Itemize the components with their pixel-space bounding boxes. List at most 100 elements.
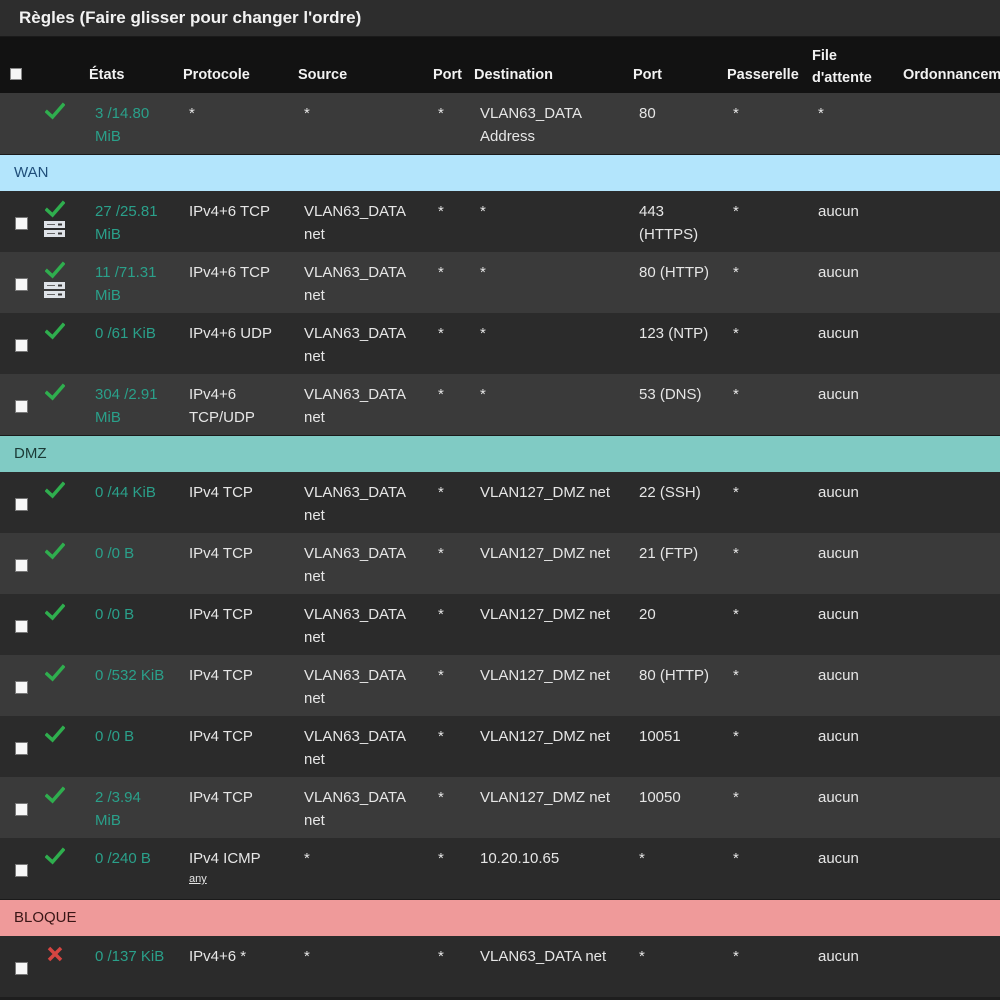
table-row[interactable]: 0 /0 B IPv4 TCP VLAN63_DATA net * VLAN127_DMZ… — [0, 533, 1000, 594]
table-row[interactable]: 3 /14.80 MiB * * * VLAN63_DATA Address 80 … — [0, 93, 1000, 154]
line-1: 0 /240 B — [95, 850, 151, 867]
queue-cell: * — [818, 105, 824, 122]
col-protocol[interactable]: Protocole — [183, 67, 250, 83]
queue-cell: aucun — [818, 948, 859, 965]
rule-checkbox[interactable] — [15, 620, 28, 633]
col-destination[interactable]: Destination — [474, 67, 553, 83]
check-icon[interactable] — [45, 602, 65, 622]
col-queue[interactable]: File d'attente — [812, 45, 872, 89]
source-cell: VLAN63_DATA net — [304, 603, 406, 649]
source-port-cell: * — [438, 850, 444, 867]
select-all-checkbox[interactable] — [10, 68, 22, 80]
queue-cell: aucun — [818, 545, 859, 562]
rule-checkbox[interactable] — [15, 217, 28, 230]
gateway-cell: * — [733, 728, 739, 745]
states-cell[interactable]: 0 /137 KiB — [95, 945, 164, 968]
states-cell[interactable]: 3 /14.80 MiB — [95, 102, 149, 148]
check-icon[interactable] — [45, 382, 65, 402]
states-cell[interactable]: 0 /0 B — [95, 542, 134, 565]
line-1: 0 /532 KiB — [95, 667, 165, 684]
separator-wan[interactable]: WAN — [0, 154, 1000, 191]
check-icon[interactable] — [45, 541, 65, 561]
table-row[interactable]: 11 /71.31 MiB IPv4+6 TCP VLAN63_DATA net * * 80… — [0, 252, 1000, 313]
states-cell[interactable]: 0 /44 KiB — [95, 481, 156, 504]
rule-checkbox[interactable] — [15, 742, 28, 755]
check-icon[interactable] — [45, 199, 65, 219]
table-row[interactable]: 2 /3.94 MiB IPv4 TCP VLAN63_DATA net * VLAN127… — [0, 777, 1000, 838]
protocol-text: IPv4 TCP — [189, 728, 253, 745]
col-queue-line2: d'attente — [812, 70, 872, 86]
source-port-cell: * — [438, 545, 444, 562]
bloque-rules: 0 /137 KiB IPv4+6 * * * VLAN63_DATA net * * auc… — [0, 936, 1000, 997]
table-row[interactable]: 0 /137 KiB IPv4+6 * * * VLAN63_DATA net * * auc… — [0, 936, 1000, 997]
destination-cell: VLAN127_DMZ net — [480, 484, 611, 501]
col-source[interactable]: Source — [298, 67, 347, 83]
col-schedule[interactable]: Ordonnancem — [903, 67, 1000, 83]
check-icon[interactable] — [45, 260, 65, 280]
line-2: MiB — [95, 812, 121, 829]
separator-dmz[interactable]: DMZ — [0, 435, 1000, 472]
rule-checkbox[interactable] — [15, 498, 28, 511]
line-2: net — [304, 690, 325, 707]
queue-cell: aucun — [818, 850, 859, 867]
check-icon[interactable] — [45, 724, 65, 744]
protocol-text: IPv4 TCP — [189, 606, 253, 623]
states-cell[interactable]: 304 /2.91 MiB — [95, 383, 158, 429]
table-row[interactable]: 0 /44 KiB IPv4 TCP VLAN63_DATA net * VLAN127_… — [0, 472, 1000, 533]
line-1: VLAN63_DATA — [304, 203, 406, 220]
rule-checkbox[interactable] — [15, 864, 28, 877]
line-1: 304 /2.91 — [95, 386, 158, 403]
table-row[interactable]: 304 /2.91 MiB IPv4+6 TCP/UDP VLAN63_DATA net *… — [0, 374, 1000, 435]
check-icon[interactable] — [45, 480, 65, 500]
states-cell[interactable]: 0 /532 KiB — [95, 664, 164, 687]
states-cell[interactable]: 0 /0 B — [95, 603, 134, 626]
rules-panel: Règles (Faire glisser pour changer l'ord… — [0, 0, 1000, 1000]
line-1: 2 /3.94 — [95, 789, 141, 806]
rule-checkbox[interactable] — [15, 278, 28, 291]
block-icon[interactable] — [45, 944, 65, 964]
server-icon[interactable] — [44, 221, 65, 237]
dest-port-cell: 21 (FTP) — [639, 542, 698, 565]
table-row[interactable]: 0 /532 KiB IPv4 TCP VLAN63_DATA net * VLAN127… — [0, 655, 1000, 716]
line-2: net — [304, 751, 325, 768]
check-icon[interactable] — [45, 846, 65, 866]
col-dest-port[interactable]: Port — [633, 67, 662, 83]
table-row[interactable]: 0 /0 B IPv4 TCP VLAN63_DATA net * VLAN127_DMZ… — [0, 594, 1000, 655]
rule-checkbox[interactable] — [15, 681, 28, 694]
line-1: VLAN63_DATA — [304, 606, 406, 623]
line-1: VLAN63_DATA — [304, 728, 406, 745]
source-cell: VLAN63_DATA net — [304, 200, 406, 246]
line-1: 10050 — [639, 789, 681, 806]
check-icon[interactable] — [45, 321, 65, 341]
rule-checkbox[interactable] — [15, 339, 28, 352]
rule-checkbox[interactable] — [15, 400, 28, 413]
states-cell[interactable]: 0 /240 B — [95, 847, 151, 870]
table-row[interactable]: 0 /0 B IPv4 TCP VLAN63_DATA net * VLAN127_DMZ… — [0, 716, 1000, 777]
states-cell[interactable]: 0 /61 KiB — [95, 322, 156, 345]
rule-checkbox[interactable] — [15, 803, 28, 816]
col-gateway[interactable]: Passerelle — [727, 67, 799, 83]
rule-checkbox[interactable] — [15, 559, 28, 572]
check-icon[interactable] — [45, 101, 65, 121]
states-cell[interactable]: 11 /71.31 MiB — [95, 261, 156, 307]
rule-checkbox[interactable] — [15, 962, 28, 975]
dest-port-cell: 10051 — [639, 725, 681, 748]
line-1: VLAN63_DATA — [304, 545, 406, 562]
col-states[interactable]: États — [89, 67, 124, 83]
check-icon[interactable] — [45, 785, 65, 805]
line-1: * — [639, 850, 645, 867]
icmp-type-link[interactable]: any — [189, 872, 261, 886]
separator-bloque[interactable]: BLOQUE — [0, 899, 1000, 936]
col-source-port[interactable]: Port — [433, 67, 462, 83]
states-cell[interactable]: 27 /25.81 MiB — [95, 200, 158, 246]
line-1: VLAN63_DATA — [304, 264, 406, 281]
table-row[interactable]: 27 /25.81 MiB IPv4+6 TCP VLAN63_DATA net * * 44… — [0, 191, 1000, 252]
table-row[interactable]: 0 /240 B IPv4 ICMP any * * 10.20.10.65 * * aucun — [0, 838, 1000, 899]
states-cell[interactable]: 0 /0 B — [95, 725, 134, 748]
protocol-cell: * — [189, 105, 195, 122]
states-cell[interactable]: 2 /3.94 MiB — [95, 786, 141, 832]
check-icon[interactable] — [45, 663, 65, 683]
source-port-cell: * — [438, 789, 444, 806]
server-icon[interactable] — [44, 282, 65, 298]
table-row[interactable]: 0 /61 KiB IPv4+6 UDP VLAN63_DATA net * * 123 (… — [0, 313, 1000, 374]
